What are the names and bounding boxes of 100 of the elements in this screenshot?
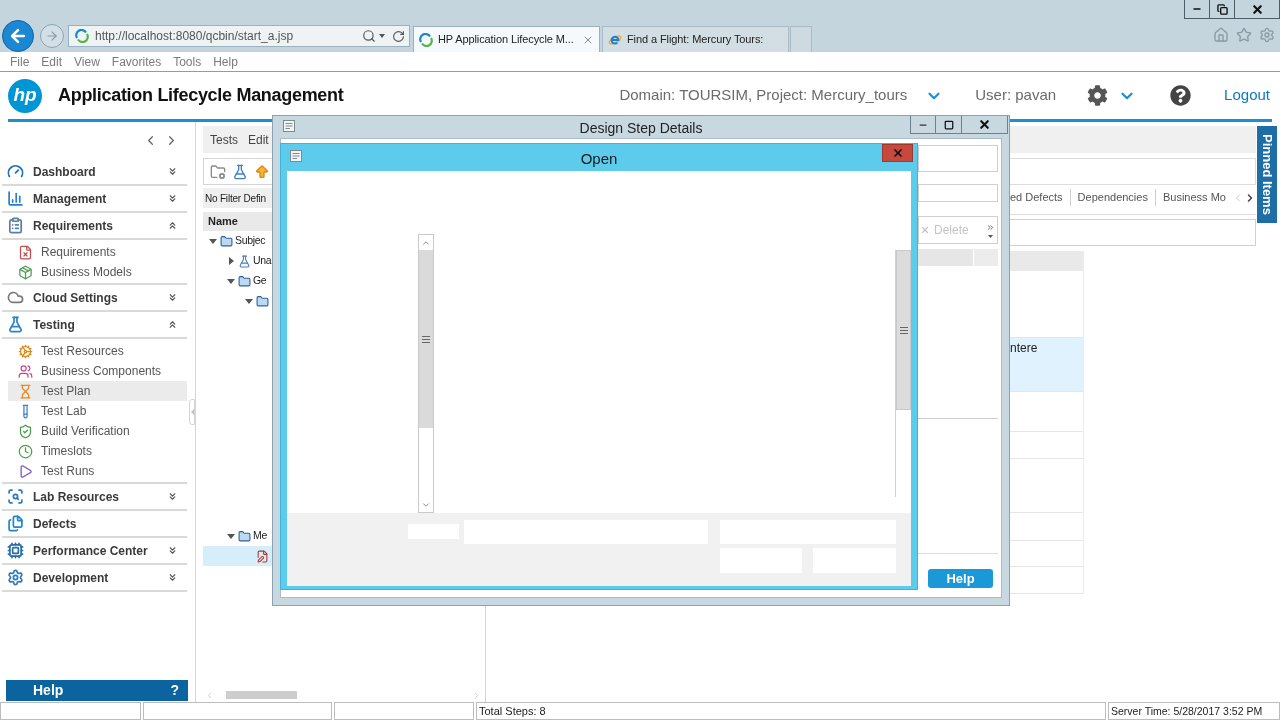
sidebar-section[interactable]: Requirements [2,213,187,240]
flask-icon[interactable] [232,163,248,180]
flask-icon [7,316,24,333]
menu-item[interactable]: Help [213,52,238,71]
scrollbar-thumb[interactable] [419,250,433,428]
clock-icon [18,443,33,459]
menu-item[interactable]: Tools [173,52,202,71]
input-field[interactable] [918,184,998,202]
restore-button[interactable] [1210,0,1235,19]
sidebar-item[interactable]: Test Resources [8,341,187,361]
tree-row[interactable]: Subjec [203,231,272,251]
caret-down-icon[interactable] [227,277,235,285]
sidebar-item[interactable]: Timeslots [8,441,187,461]
chip-icon [7,542,24,559]
help-icon[interactable] [1170,85,1192,106]
documents-icon [7,515,24,532]
menu-item[interactable]: File [10,52,30,71]
double-chevron-up-icon[interactable] [167,220,178,231]
sidebar-section[interactable]: Defects [2,511,187,538]
sidebar-item[interactable]: Test Lab [8,401,187,421]
tree-row[interactable]: Me [203,526,272,546]
scrollbar-thumb[interactable] [226,691,297,699]
caret-down-icon[interactable] [227,532,235,540]
tree-row[interactable]: Una [203,251,272,271]
minimize-button[interactable] [1184,0,1210,19]
scrollbar-track[interactable] [418,234,434,513]
tree-row[interactable]: Ge [203,271,272,291]
menu-item[interactable]: Edit [248,130,269,149]
input-field[interactable] [1010,158,1256,185]
sidebar-section[interactable]: Testing [2,312,187,339]
tab[interactable]: Business Mo [1162,189,1226,206]
caret-right-icon[interactable] [227,257,235,265]
double-chevron-down-icon[interactable] [167,166,178,177]
maximize-button[interactable] [936,116,962,134]
tab[interactable]: ed Defects [1010,189,1063,206]
close-icon [1250,2,1264,16]
menu-item[interactable]: Edit [41,52,63,71]
browser-tab[interactable]: Find a Flight: Mercury Tours: [602,26,789,52]
logo: hp [8,78,42,113]
letter-e-icon [608,32,622,47]
scrollbar-thumb[interactable] [896,250,911,410]
document-icon [290,150,302,162]
settings-icon[interactable] [1087,85,1109,106]
logout-link[interactable]: Logout [1224,84,1270,107]
folder-icon [238,529,251,543]
pinned-items-tab[interactable]: Pinned Items [1257,126,1277,223]
sidebar-item[interactable]: Test Runs [8,461,187,481]
sidebar-item[interactable]: Business Models [8,262,187,282]
sidebar-section[interactable]: Cloud Settings [2,285,187,312]
sidebar-item[interactable]: Requirements [8,242,187,262]
caret-down-icon[interactable] [988,234,993,238]
star-icon[interactable] [1236,27,1252,43]
double-chevron-down-icon[interactable] [167,545,178,556]
double-chevron-down-icon[interactable] [167,292,178,303]
hourglass-icon [18,383,33,399]
menu-item[interactable]: View [74,52,100,71]
tab[interactable]: Dependencies [1077,189,1148,206]
sidebar-item[interactable]: Build Verification [8,421,187,441]
swirl-icon [419,32,433,47]
folder-icon[interactable] [210,163,226,180]
double-chevron-down-icon[interactable] [167,491,178,502]
double-chevron-down-icon[interactable] [167,572,178,583]
forward-button[interactable] [40,24,64,48]
close-button[interactable] [962,116,1008,134]
menu-item[interactable]: Tests [210,130,238,149]
double-chevron-up-icon[interactable] [167,319,178,330]
sidebar-section[interactable]: Dashboard [2,159,187,186]
arrow-up-icon[interactable] [254,163,270,180]
clipboard-icon [7,217,24,234]
magnifier-icon [7,488,24,505]
sidebar-section[interactable]: Lab Resources [2,484,187,511]
scrollbar-track[interactable] [895,250,911,497]
sidebar-section[interactable]: Management [2,186,187,213]
play-icon [18,463,33,479]
dialog-title: Open [580,149,618,169]
search-icon[interactable] [362,29,376,43]
caret-down-icon[interactable] [379,34,385,38]
table-cell[interactable]: ntere [1010,338,1083,392]
address-field[interactable]: http://localhost:8080/qcbin/start_a.jsp [68,25,410,47]
gauge-icon [7,163,24,180]
sidebar-section[interactable]: Performance Center [2,538,187,565]
grip-icon [422,335,430,343]
double-chevron-down-icon[interactable] [167,193,178,204]
sidebar-item[interactable]: Business Components [8,361,187,381]
collapse-handle[interactable] [189,399,195,425]
caret-down-icon[interactable] [209,237,217,245]
help-button[interactable]: Help ? [6,680,188,701]
caret-down-icon[interactable] [245,297,253,305]
sidebar-section[interactable]: Development [2,565,187,592]
tree-row[interactable] [203,546,272,566]
close-button[interactable] [1235,0,1280,19]
sidebar-item[interactable]: Test Plan [8,381,187,401]
browser-tab[interactable]: HP Application Lifecycle M... [413,26,600,52]
restore-icon [1216,3,1228,15]
refresh-icon[interactable] [392,29,405,43]
back-button[interactable] [2,20,34,52]
home-icon[interactable] [1213,27,1229,43]
menu-item[interactable]: Favorites [111,52,162,71]
input-field[interactable] [918,145,998,172]
gear-icon [18,343,33,359]
